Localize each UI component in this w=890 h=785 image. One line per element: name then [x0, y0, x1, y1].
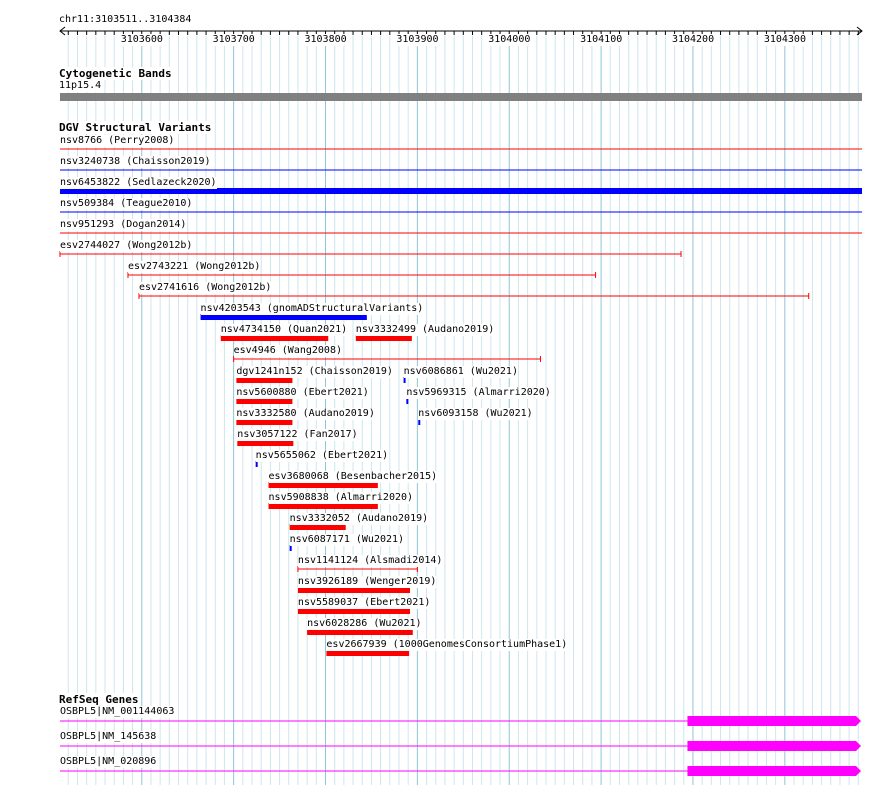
dgv-feature-label: esv2741616 (Wong2012b) — [139, 282, 272, 294]
cytogenetic-track-title: Cytogenetic Bands — [59, 67, 172, 80]
refseq-gene-label: OSBPL5|NM_145638 — [60, 731, 157, 743]
dgv-feature-label: nsv4203543 (gnomADStructuralVariants) — [200, 303, 424, 315]
gene-exon-block — [687, 766, 856, 776]
dgv-feature-label: nsv3057122 (Fan2017) — [237, 429, 358, 441]
gene-exon-block — [687, 716, 856, 726]
dgv-feature-label: dgv1241n152 (Chaisson2019) — [236, 366, 393, 378]
dgv-feature-label: nsv3240738 (Chaisson2019) — [60, 156, 211, 168]
gene-exon-block — [687, 741, 856, 751]
dgv-feature-label: esv4946 (Wang2008) — [233, 345, 342, 357]
gene-strand-arrow — [856, 766, 861, 776]
dgv-feature-label: nsv3332052 (Audano2019) — [289, 513, 429, 525]
dgv-feature-label: nsv6453822 (Sedlazeck2020) — [60, 177, 217, 189]
ruler-tick-label: 3104000 — [488, 34, 531, 46]
dgv-feature-label: nsv509384 (Teague2010) — [60, 198, 193, 210]
ruler-tick-label: 3103800 — [304, 34, 347, 46]
dgv-feature-label: esv2743221 (Wong2012b) — [127, 261, 261, 273]
ruler-tick-label: 3104300 — [763, 34, 806, 46]
locus-label: chr11:3103511..3104384 — [59, 14, 192, 26]
refseq-track-title: RefSeq Genes — [59, 693, 139, 706]
dgv-feature-label: nsv6093158 (Wu2021) — [418, 408, 533, 420]
dgv-feature-label: nsv6086861 (Wu2021) — [403, 366, 518, 378]
dgv-feature-label: nsv5969315 (Almarri2020) — [406, 387, 551, 399]
gene-strand-arrow — [856, 741, 861, 751]
ruler-tick-label: 3104200 — [671, 34, 715, 46]
dgv-feature-label: esv3680068 (Besenbacher2015) — [268, 471, 438, 483]
dgv-feature-label: nsv5908838 (Almarri2020) — [268, 492, 414, 504]
dgv-feature-label: nsv5655062 (Ebert2021) — [255, 450, 389, 462]
cytoband-bar — [60, 93, 862, 101]
refseq-gene-label: OSBPL5|NM_001144063 — [60, 706, 175, 718]
refseq-gene-label: OSBPL5|NM_020896 — [60, 756, 157, 768]
dgv-feature-label: nsv8766 (Perry2008) — [60, 135, 175, 147]
dgv-feature-label: nsv6087171 (Wu2021) — [289, 534, 405, 546]
dgv-feature-label: nsv3926189 (Wenger2019) — [297, 576, 437, 588]
ruler-tick-label: 3104100 — [580, 34, 623, 46]
dgv-feature-label: nsv5589037 (Ebert2021) — [297, 597, 431, 609]
dgv-feature-label: nsv1141124 (Alsmadi2014) — [297, 555, 443, 567]
dgv-feature-label: nsv5600880 (Ebert2021) — [236, 387, 369, 399]
gene-strand-arrow — [856, 716, 861, 726]
dgv-feature-label: nsv6028286 (Wu2021) — [307, 618, 422, 630]
ruler-tick-label: 3103900 — [396, 34, 439, 46]
dgv-feature-label: nsv4734150 (Quan2021) — [220, 324, 348, 336]
ruler-tick-label: 3103700 — [212, 34, 255, 46]
dgv-feature-label: nsv3332580 (Audano2019) — [236, 408, 375, 420]
ruler-tick-label: 3103600 — [120, 34, 163, 46]
dgv-feature-label: nsv951293 (Dogan2014) — [60, 219, 187, 231]
dgv-feature-label: nsv3332499 (Audano2019) — [355, 324, 495, 336]
dgv-track-title: DGV Structural Variants — [59, 121, 212, 134]
cytoband-label: 11p15.4 — [59, 80, 102, 92]
genome-browser-view: chr11:3103511..3104384 Cytogenetic Bands… — [0, 0, 890, 785]
dgv-feature-label: esv2744027 (Wong2012b) — [60, 240, 193, 252]
dgv-feature-label: esv2667939 (1000GenomesConsortiumPhase1) — [326, 639, 568, 651]
